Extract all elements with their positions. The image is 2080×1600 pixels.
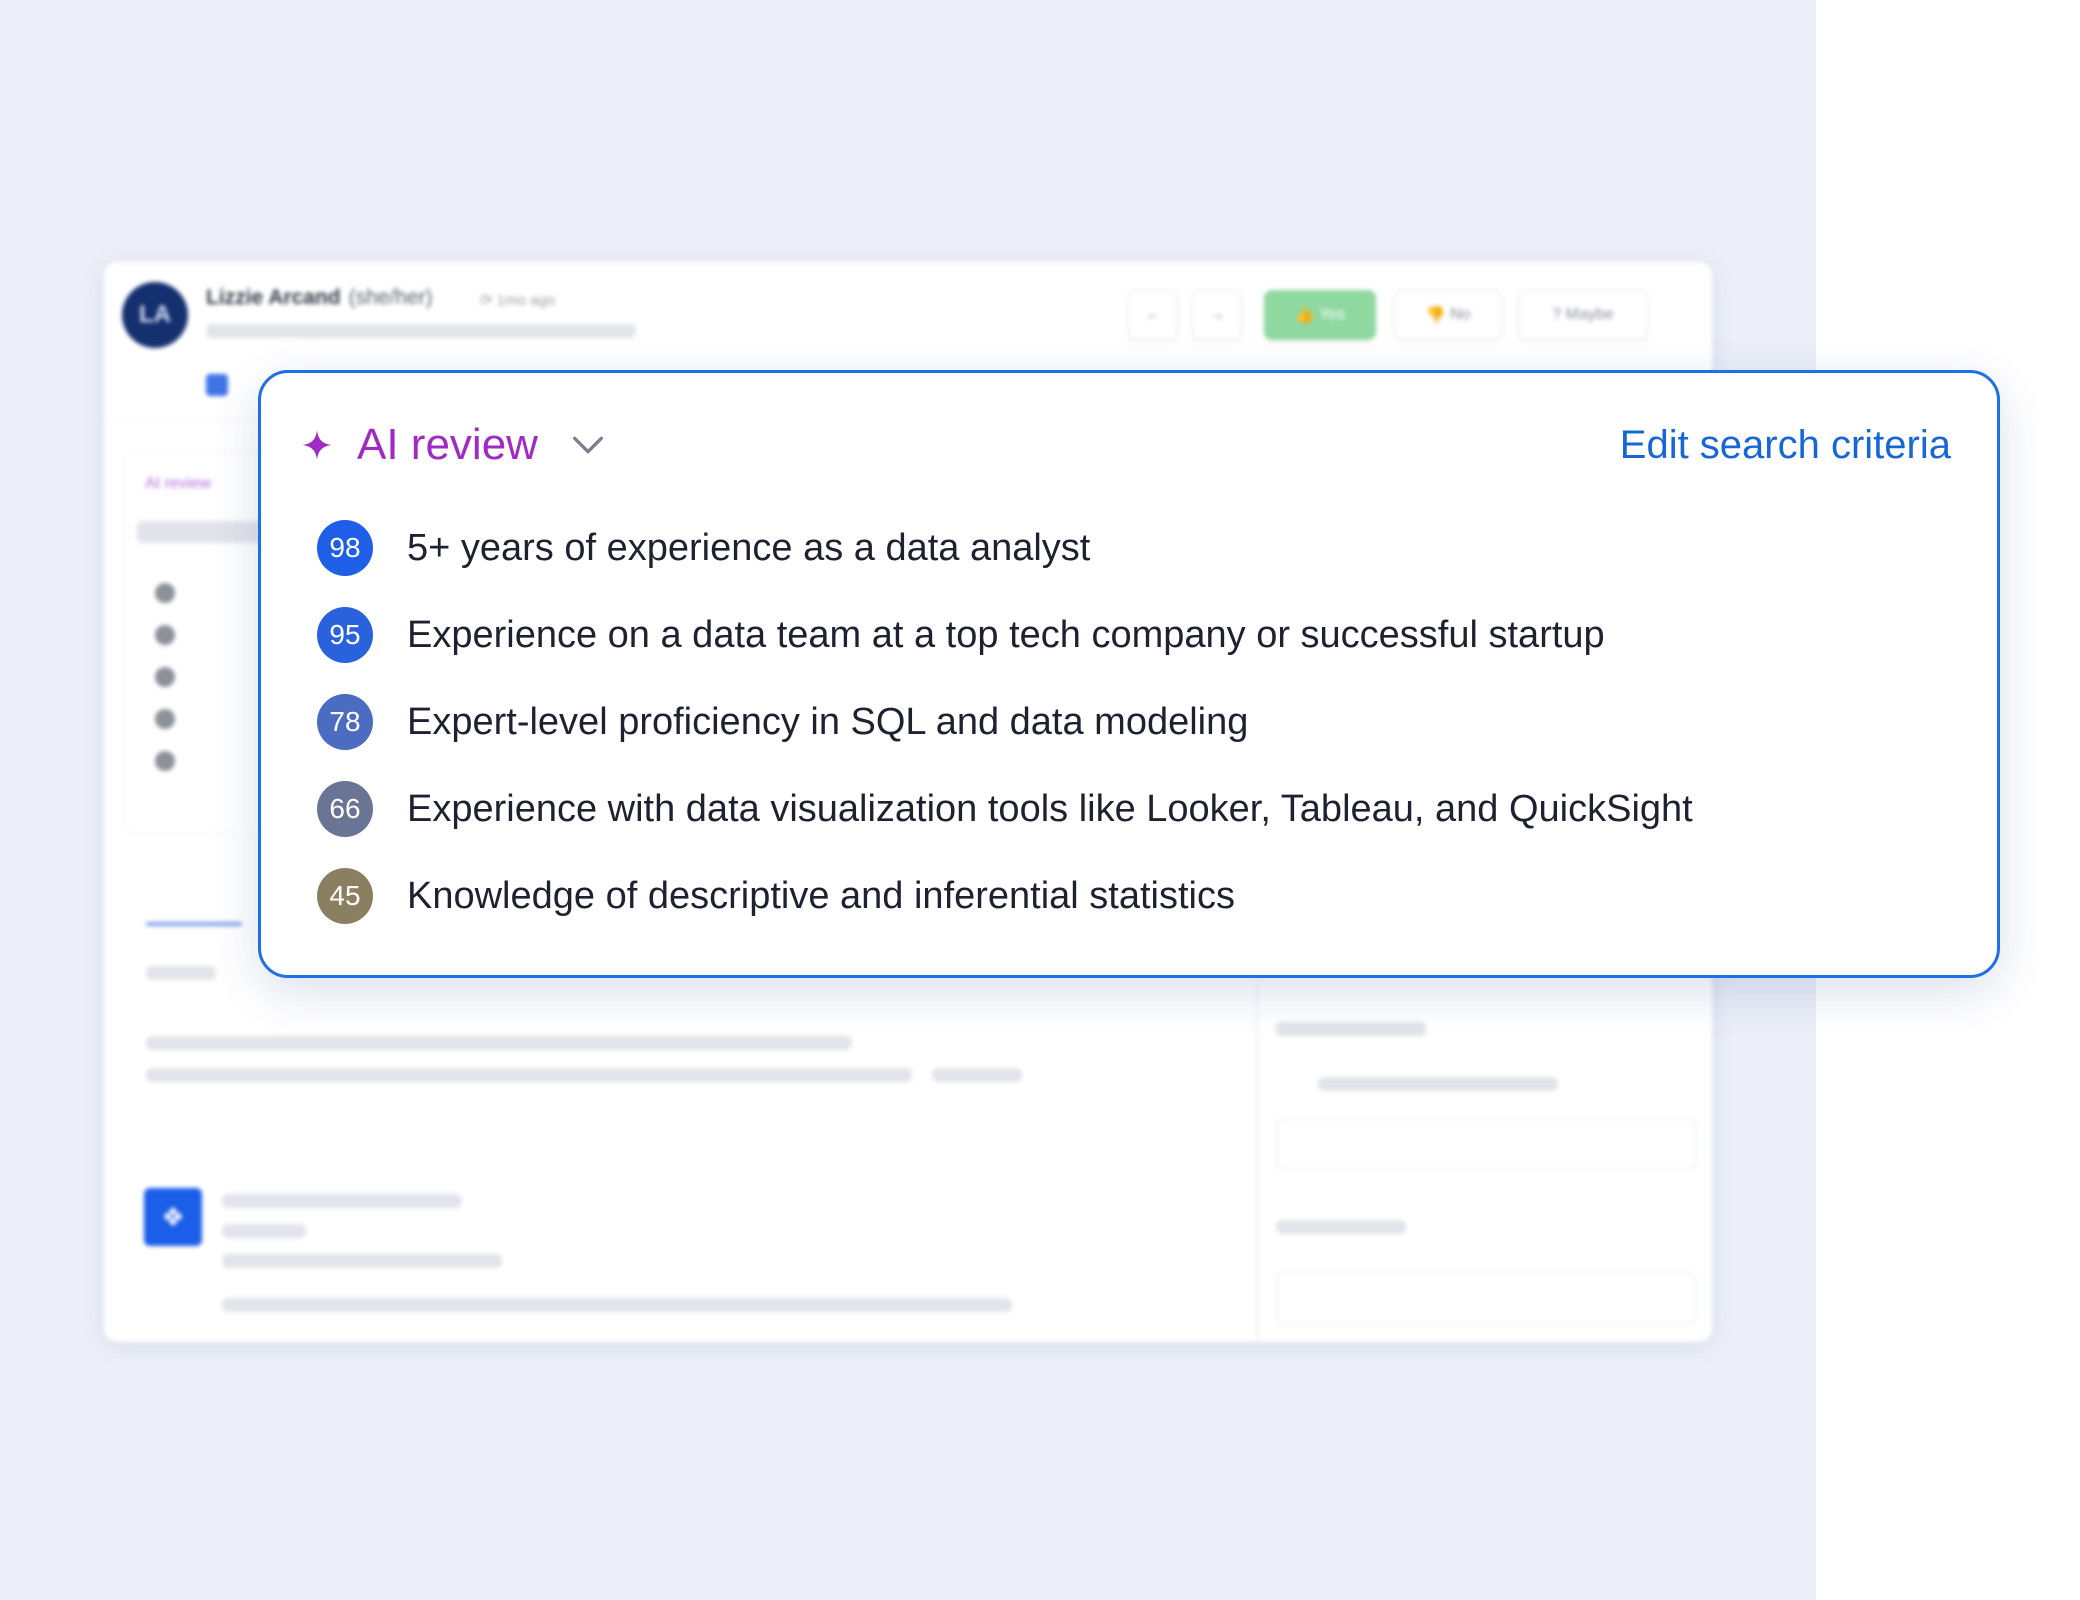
criteria-item: 95 Experience on a data team at a top te…	[317, 606, 1957, 664]
headline-placeholder	[206, 324, 636, 338]
next-candidate-button[interactable]: →	[1192, 290, 1242, 340]
sidebar-text-placeholder	[1318, 1077, 1558, 1091]
text-placeholder	[146, 1036, 852, 1050]
criteria-dot	[155, 667, 175, 687]
sidebar-heading-placeholder	[1276, 1022, 1426, 1036]
ai-review-title: AI review	[357, 420, 538, 469]
refresh-icon: ⟳	[480, 292, 493, 309]
candidate-name: Lizzie Arcand (she/her)	[206, 286, 433, 310]
edit-search-criteria-link[interactable]: Edit search criteria	[1620, 425, 1951, 465]
arrow-left-icon: ←	[1145, 306, 1161, 323]
experience-dates-placeholder	[222, 1254, 502, 1268]
criteria-item: 45 Knowledge of descriptive and inferent…	[317, 867, 1957, 925]
score-badge: 95	[317, 607, 373, 663]
criteria-label: 5+ years of experience as a data analyst	[407, 526, 1091, 569]
criteria-dot	[155, 751, 175, 771]
criteria-item: 66 Experience with data visualization to…	[317, 780, 1957, 838]
text-placeholder	[932, 1068, 1022, 1082]
candidate-name-text: Lizzie Arcand	[206, 286, 341, 309]
ai-review-mini-label: AI review	[145, 475, 211, 492]
yes-button[interactable]: 👍 Yes	[1264, 290, 1376, 340]
score-badge: 66	[317, 781, 373, 837]
linkedin-icon[interactable]	[206, 374, 228, 396]
chevron-down-icon[interactable]	[568, 425, 608, 465]
yes-label: Yes	[1319, 306, 1346, 323]
experience-title-placeholder	[222, 1194, 462, 1208]
maybe-button[interactable]: ? Maybe	[1518, 290, 1648, 340]
thumbs-up-icon: 👍	[1294, 307, 1315, 324]
criteria-label: Experience on a data team at a top tech …	[407, 613, 1605, 656]
thumbs-down-icon: 👎	[1425, 307, 1446, 324]
score-badge: 78	[317, 694, 373, 750]
criteria-label: Experience with data visualization tools…	[407, 787, 1693, 830]
criteria-label: Expert-level proficiency in SQL and data…	[407, 700, 1249, 743]
text-placeholder	[146, 1068, 912, 1082]
criteria-dot	[155, 583, 175, 603]
previous-candidate-button[interactable]: ←	[1128, 290, 1178, 340]
criteria-item: 98 5+ years of experience as a data anal…	[317, 519, 1957, 577]
criteria-list: 98 5+ years of experience as a data anal…	[317, 519, 1957, 954]
column-divider	[1256, 982, 1258, 1342]
candidate-pronouns: (she/her)	[348, 286, 433, 309]
experience-description-placeholder	[222, 1298, 1012, 1312]
updated-timestamp: ⟳ 1mo ago	[480, 291, 555, 309]
question-icon: ?	[1552, 306, 1562, 323]
active-tab-indicator	[146, 922, 242, 926]
arrow-right-icon: →	[1209, 306, 1225, 323]
criteria-item: 78 Expert-level proficiency in SQL and d…	[317, 693, 1957, 751]
avatar: LA	[122, 282, 188, 348]
sparkle-icon	[302, 430, 332, 460]
maybe-label: Maybe	[1565, 306, 1614, 323]
sidebar-select[interactable]	[1276, 1118, 1696, 1170]
sidebar-heading-placeholder	[1276, 1220, 1406, 1234]
criteria-label: Knowledge of descriptive and inferential…	[407, 874, 1236, 917]
no-button[interactable]: 👎 No	[1394, 290, 1502, 340]
updated-time-text: 1mo ago	[496, 292, 556, 309]
score-badge: 45	[317, 868, 373, 924]
ai-review-card: AI review Edit search criteria 98 5+ yea…	[258, 370, 2000, 978]
section-heading-placeholder	[146, 966, 216, 980]
criteria-dot	[155, 625, 175, 645]
experience-company-placeholder	[222, 1224, 306, 1238]
sidebar-input[interactable]	[1276, 1272, 1696, 1324]
no-label: No	[1449, 306, 1471, 323]
ai-review-header[interactable]: AI review	[301, 423, 608, 467]
score-badge: 98	[317, 520, 373, 576]
dropbox-logo-icon: ❖	[144, 1188, 202, 1246]
criteria-dot	[155, 709, 175, 729]
